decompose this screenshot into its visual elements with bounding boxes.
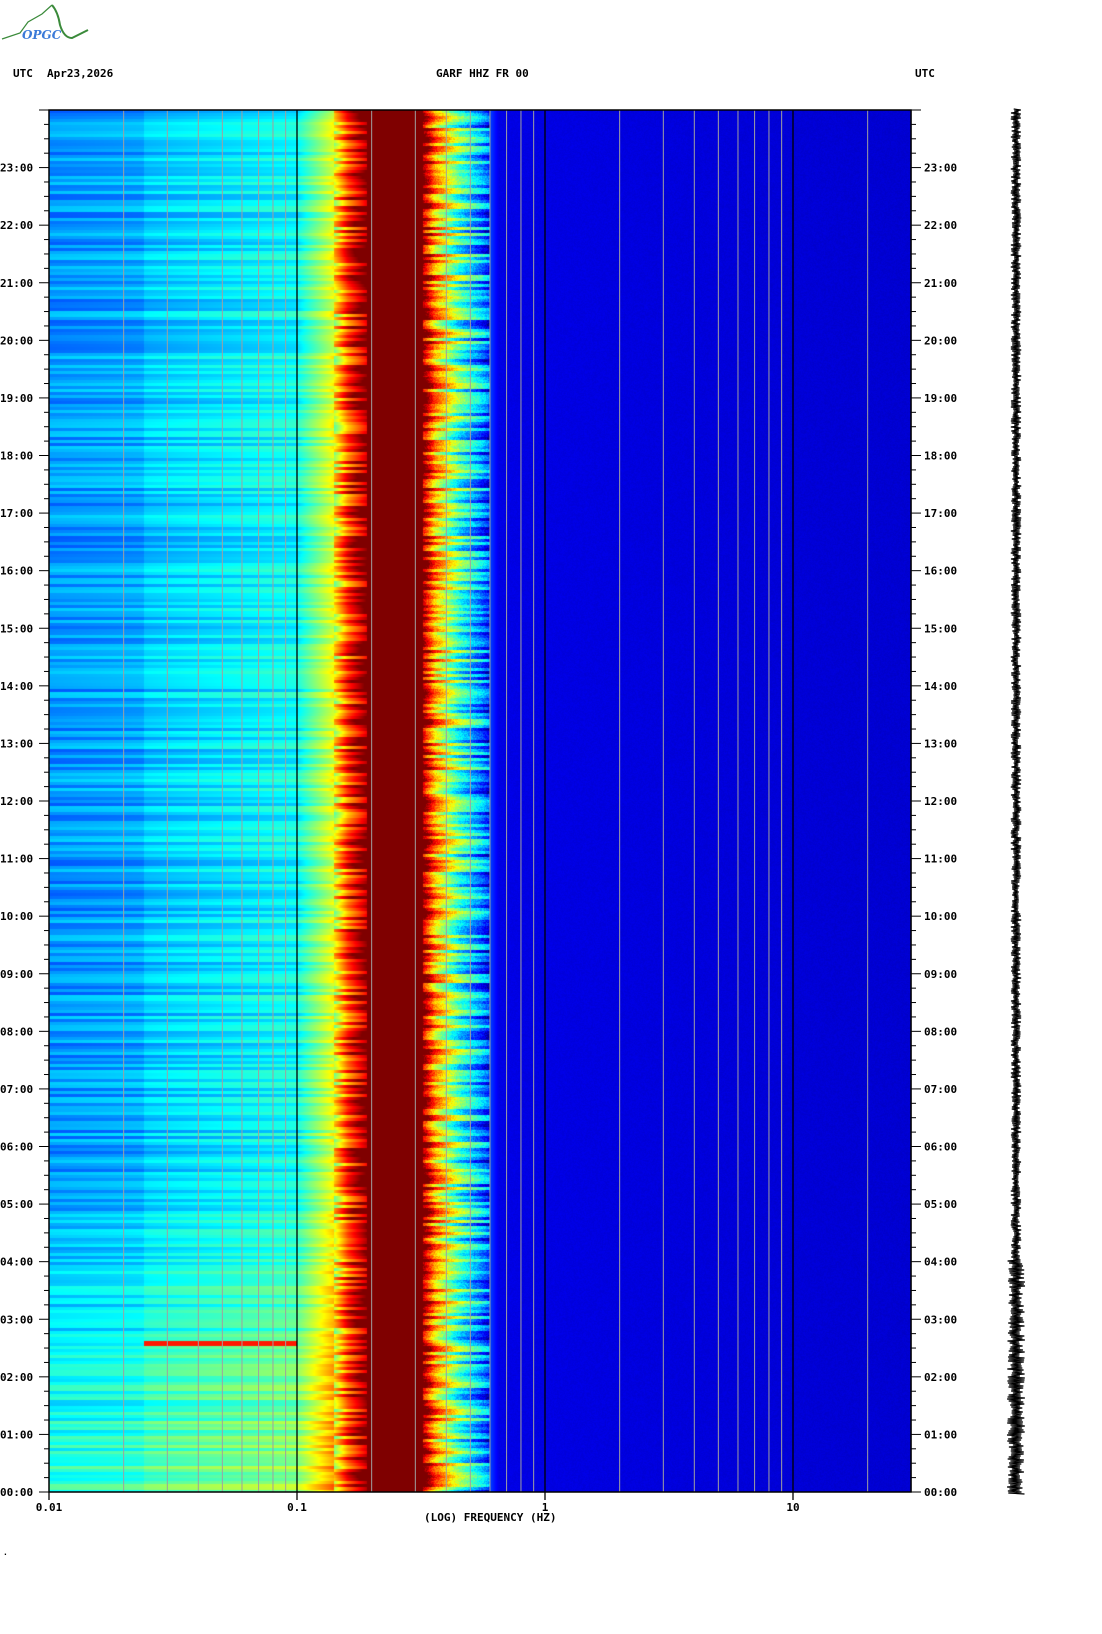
y-tick-label-left: 22:00 bbox=[0, 219, 33, 232]
y-tick-label-right: 07:00 bbox=[924, 1083, 957, 1096]
x-tick-label: 0.1 bbox=[287, 1501, 307, 1514]
x-tick-label: 10 bbox=[786, 1501, 799, 1514]
y-tick-label-right: 19:00 bbox=[924, 392, 957, 405]
y-tick-label-left: 08:00 bbox=[0, 1025, 33, 1038]
y-tick-label-left: 06:00 bbox=[0, 1141, 33, 1154]
y-tick-label-left: 12:00 bbox=[0, 795, 33, 808]
y-tick-label-left: 14:00 bbox=[0, 680, 33, 693]
y-tick-label-right: 12:00 bbox=[924, 795, 957, 808]
x-tick-label: 0.01 bbox=[36, 1501, 63, 1514]
y-tick-label-right: 01:00 bbox=[924, 1428, 957, 1441]
y-tick-label-right: 23:00 bbox=[924, 162, 957, 175]
y-tick-label-left: 11:00 bbox=[0, 853, 33, 866]
y-tick-label-left: 04:00 bbox=[0, 1256, 33, 1269]
y-tick-label-right: 21:00 bbox=[924, 277, 957, 290]
y-tick-label-left: 02:00 bbox=[0, 1371, 33, 1384]
y-tick-label-right: 20:00 bbox=[924, 334, 957, 347]
y-tick-label-right: 04:00 bbox=[924, 1256, 957, 1269]
y-tick-label-left: 21:00 bbox=[0, 277, 33, 290]
y-tick-label-right: 14:00 bbox=[924, 680, 957, 693]
y-tick-label-left: 18:00 bbox=[0, 450, 33, 463]
y-tick-label-right: 18:00 bbox=[924, 450, 957, 463]
y-tick-label-left: 17:00 bbox=[0, 507, 33, 520]
x-axis-label: (LOG) FREQUENCY (HZ) bbox=[424, 1511, 557, 1524]
y-tick-label-left: 09:00 bbox=[0, 968, 33, 981]
y-tick-label-left: 13:00 bbox=[0, 737, 33, 750]
y-tick-label-left: 16:00 bbox=[0, 565, 33, 578]
y-tick-label-right: 13:00 bbox=[924, 737, 957, 750]
y-tick-label-left: 10:00 bbox=[0, 910, 33, 923]
y-tick-label-left: 03:00 bbox=[0, 1313, 33, 1326]
y-tick-label-right: 17:00 bbox=[924, 507, 957, 520]
y-tick-label-left: 23:00 bbox=[0, 162, 33, 175]
y-tick-label-right: 16:00 bbox=[924, 565, 957, 578]
axes-overlay: 00:00 00:00 01:00 01:00 02:00 02:00 03:00 03:00… bbox=[0, 109, 957, 1514]
y-tick-label-right: 06:00 bbox=[924, 1141, 957, 1154]
y-tick-label-left: 05:00 bbox=[0, 1198, 33, 1211]
y-tick-label-right: 10:00 bbox=[924, 910, 957, 923]
y-tick-label-left: 07:00 bbox=[0, 1083, 33, 1096]
seismogram-waveform bbox=[1006, 108, 1026, 1495]
y-tick-label-right: 05:00 bbox=[924, 1198, 957, 1211]
y-tick-label-left: 01:00 bbox=[0, 1428, 33, 1441]
spectrogram-page: OPGC UTC Apr23,2026 GARF HHZ FR 00 UTC 0… bbox=[0, 0, 1102, 1634]
y-tick-label-right: 09:00 bbox=[924, 968, 957, 981]
footer-mark: · bbox=[3, 1550, 8, 1559]
y-tick-label-left: 15:00 bbox=[0, 622, 33, 635]
y-tick-label-right: 15:00 bbox=[924, 622, 957, 635]
y-tick-label-left: 19:00 bbox=[0, 392, 33, 405]
y-tick-label-right: 00:00 bbox=[924, 1486, 957, 1499]
y-tick-label-right: 03:00 bbox=[924, 1313, 957, 1326]
y-tick-label-right: 11:00 bbox=[924, 853, 957, 866]
y-tick-label-right: 02:00 bbox=[924, 1371, 957, 1384]
y-tick-label-right: 22:00 bbox=[924, 219, 957, 232]
y-tick-label-left: 20:00 bbox=[0, 334, 33, 347]
y-tick-label-right: 08:00 bbox=[924, 1025, 957, 1038]
seismogram-trace bbox=[1006, 108, 1026, 1495]
y-tick-label-left: 00:00 bbox=[0, 1486, 33, 1499]
